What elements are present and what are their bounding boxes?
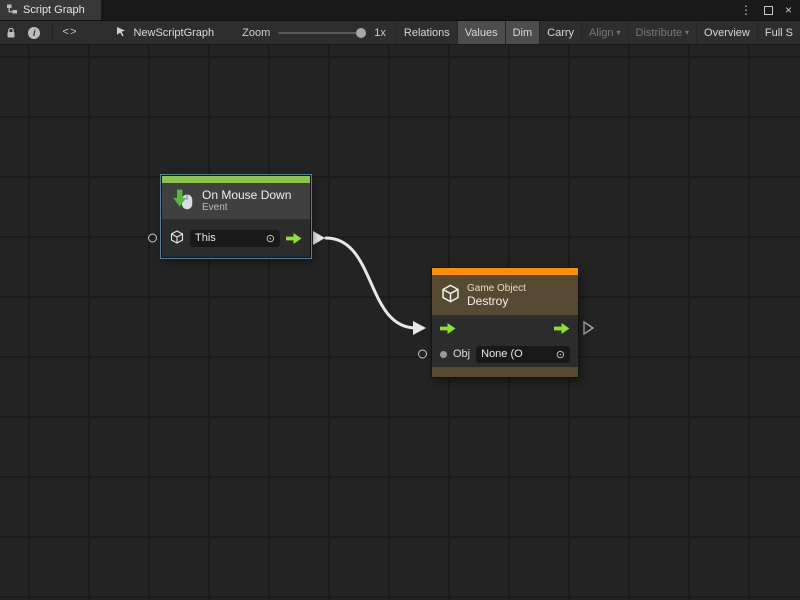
node-on-mouse-down[interactable]: On Mouse Down Event This ⊙	[162, 176, 310, 257]
zoom-control: Zoom 1x	[242, 21, 386, 44]
target-object-field[interactable]: This ⊙	[190, 230, 280, 247]
node-title: Destroy	[467, 295, 526, 308]
object-picker-icon[interactable]: ⊙	[556, 348, 565, 361]
graph-toolbar: i <> NewScriptGraph Zoom 1x Relations Va…	[0, 20, 800, 45]
graph-breadcrumb[interactable]: NewScriptGraph	[115, 21, 214, 44]
control-output-port[interactable]	[286, 233, 302, 244]
window-controls: ⋮ ×	[740, 0, 800, 20]
control-output-port[interactable]	[554, 323, 570, 334]
script-graph-window: Script Graph ⋮ × i <> NewScriptGraph Zoo…	[0, 0, 800, 600]
value-input-port[interactable]	[418, 350, 427, 359]
node-kind: Game Object	[467, 283, 526, 295]
node-body: This ⊙	[162, 219, 310, 257]
toolbar-button-overview[interactable]: Overview	[696, 21, 757, 44]
node-accent-strip	[162, 176, 310, 183]
node-body: Obj None (O ⊙	[432, 315, 578, 367]
node-titles: On Mouse Down Event	[202, 189, 291, 214]
node-header[interactable]: On Mouse Down Event	[162, 183, 310, 219]
toolbar-button-distribute[interactable]: Distribute▾	[628, 21, 696, 44]
gameobject-cube-icon	[170, 230, 184, 247]
toolbar-separator	[52, 24, 53, 41]
maximize-icon[interactable]	[764, 6, 773, 15]
toolbar-button-align[interactable]: Align▾	[581, 21, 627, 44]
toolbar-button-carry[interactable]: Carry	[539, 21, 581, 44]
zoom-label: Zoom	[242, 27, 270, 39]
toolbar-button-relations[interactable]: Relations	[396, 21, 457, 44]
object-field-value: None (O	[481, 348, 523, 360]
port-label: Obj	[453, 348, 470, 360]
node-title: On Mouse Down	[202, 189, 291, 202]
port-dot-icon	[440, 351, 447, 358]
code-view-icon[interactable]: <>	[59, 21, 82, 44]
connection-wire[interactable]	[326, 238, 416, 328]
object-picker-icon[interactable]: ⊙	[266, 232, 275, 245]
gameobject-cube-icon	[441, 284, 460, 306]
toolbar-button-fullscreen[interactable]: Full S	[757, 21, 800, 44]
toolbar-buttons: Relations Values Dim Carry Align▾ Distri…	[396, 21, 800, 44]
value-input-port[interactable]	[148, 234, 157, 243]
flow-continuation-icon	[584, 322, 593, 334]
tab-title: Script Graph	[23, 4, 85, 16]
mouse-down-icon	[171, 188, 195, 215]
close-icon[interactable]: ×	[785, 3, 792, 17]
script-graph-icon	[6, 3, 18, 18]
titlebar-spacer	[101, 0, 740, 20]
zoom-slider[interactable]	[278, 32, 366, 34]
target-object-value: This	[195, 232, 216, 244]
titlebar: Script Graph ⋮ ×	[0, 0, 800, 20]
tab-script-graph[interactable]: Script Graph	[0, 0, 101, 20]
node-accent-strip	[432, 268, 578, 275]
wire-start-arrow-icon	[313, 231, 325, 245]
object-field[interactable]: None (O ⊙	[476, 346, 570, 363]
zoom-slider-handle[interactable]	[356, 28, 366, 38]
toolbar-button-dim[interactable]: Dim	[505, 21, 540, 44]
wire-end-arrow-icon	[413, 321, 426, 335]
graph-asset-icon	[115, 25, 127, 40]
graph-name: NewScriptGraph	[133, 27, 214, 39]
node-destroy[interactable]: Game Object Destroy Obj	[432, 268, 578, 377]
node-header[interactable]: Game Object Destroy	[432, 275, 578, 315]
wires-layer	[0, 45, 800, 600]
zoom-value: 1x	[374, 27, 386, 39]
control-input-port[interactable]	[440, 323, 456, 334]
lock-icon[interactable]	[0, 21, 23, 44]
info-icon[interactable]: i	[23, 21, 46, 44]
node-titles: Game Object Destroy	[467, 283, 526, 308]
node-footer-strip	[432, 367, 578, 377]
chevron-down-icon: ▾	[685, 28, 689, 37]
graph-canvas[interactable]: On Mouse Down Event This ⊙	[0, 45, 800, 600]
toolbar-button-values[interactable]: Values	[457, 21, 505, 44]
chevron-down-icon: ▾	[617, 28, 621, 37]
node-subtitle: Event	[202, 202, 291, 214]
window-menu-icon[interactable]: ⋮	[740, 3, 752, 17]
